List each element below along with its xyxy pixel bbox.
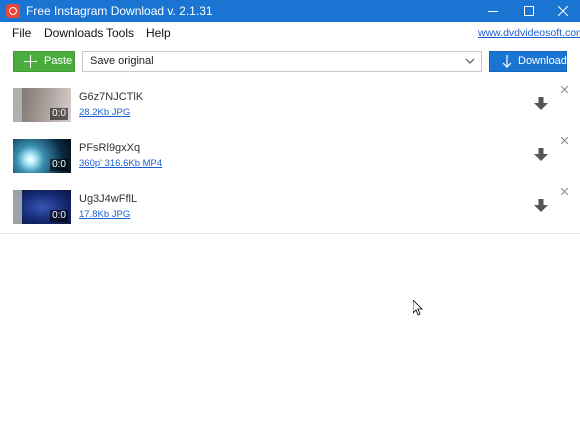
camera-icon — [6, 4, 20, 18]
duration-badge: 0:0 — [50, 159, 68, 171]
window-title: Free Instagram Download v. 2.1.31 — [26, 4, 213, 18]
download-icon[interactable] — [534, 97, 548, 111]
close-icon — [558, 6, 568, 16]
maximize-button[interactable] — [512, 0, 546, 22]
menu-tools[interactable]: Tools — [106, 26, 134, 40]
list-item[interactable]: 0:0 PFsRl9gxXq 360p' 316.6Kb MP4 — [0, 131, 580, 183]
item-meta-link[interactable]: 28.2Kb JPG — [79, 107, 130, 118]
paste-button[interactable]: Paste — [13, 51, 75, 72]
duration-badge: 0:0 — [50, 210, 68, 222]
menu-help[interactable]: Help — [146, 26, 171, 40]
item-name: Ug3J4wFflL — [79, 193, 138, 205]
minimize-button[interactable] — [476, 0, 510, 22]
download-icon[interactable] — [534, 199, 548, 213]
duration-badge: 0:0 — [50, 108, 68, 120]
item-name: G6z7NJCTlK — [79, 91, 144, 103]
thumbnail: 0:0 — [13, 88, 71, 122]
download-icon[interactable] — [534, 148, 548, 162]
close-button[interactable] — [546, 0, 580, 22]
menu-file[interactable]: File — [12, 26, 31, 40]
cursor-icon — [413, 300, 423, 316]
thumbnail: 0:0 — [13, 190, 71, 224]
toolbar: Paste Save original Download — [0, 42, 580, 81]
download-button[interactable]: Download — [489, 51, 567, 72]
remove-icon[interactable] — [561, 137, 568, 144]
title-bar: Free Instagram Download v. 2.1.31 — [0, 0, 580, 22]
list-item[interactable]: 0:0 G6z7NJCTlK 28.2Kb JPG — [0, 80, 580, 132]
thumbnail-edge — [13, 88, 22, 122]
paste-label: Paste — [44, 55, 73, 67]
chevron-down-icon — [465, 58, 475, 64]
plus-icon — [24, 55, 37, 68]
remove-icon[interactable] — [561, 188, 568, 195]
thumbnail: 0:0 — [13, 139, 71, 173]
download-label: Download — [518, 55, 567, 67]
format-select[interactable]: Save original — [82, 51, 482, 72]
menu-downloads[interactable]: Downloads — [44, 26, 103, 40]
thumbnail-edge — [13, 190, 22, 224]
list-item[interactable]: 0:0 Ug3J4wFflL 17.8Kb JPG — [0, 182, 580, 234]
menu-bar: File Downloads Tools Help www.dvdvideoso… — [0, 22, 580, 42]
site-link[interactable]: www.dvdvideosoft.com — [478, 27, 580, 39]
item-meta-link[interactable]: 17.8Kb JPG — [79, 209, 130, 220]
arrow-down-icon — [502, 55, 512, 68]
item-meta-link[interactable]: 360p' 316.6Kb MP4 — [79, 158, 162, 169]
remove-icon[interactable] — [561, 86, 568, 93]
item-name: PFsRl9gxXq — [79, 142, 141, 154]
format-value: Save original — [90, 55, 154, 67]
